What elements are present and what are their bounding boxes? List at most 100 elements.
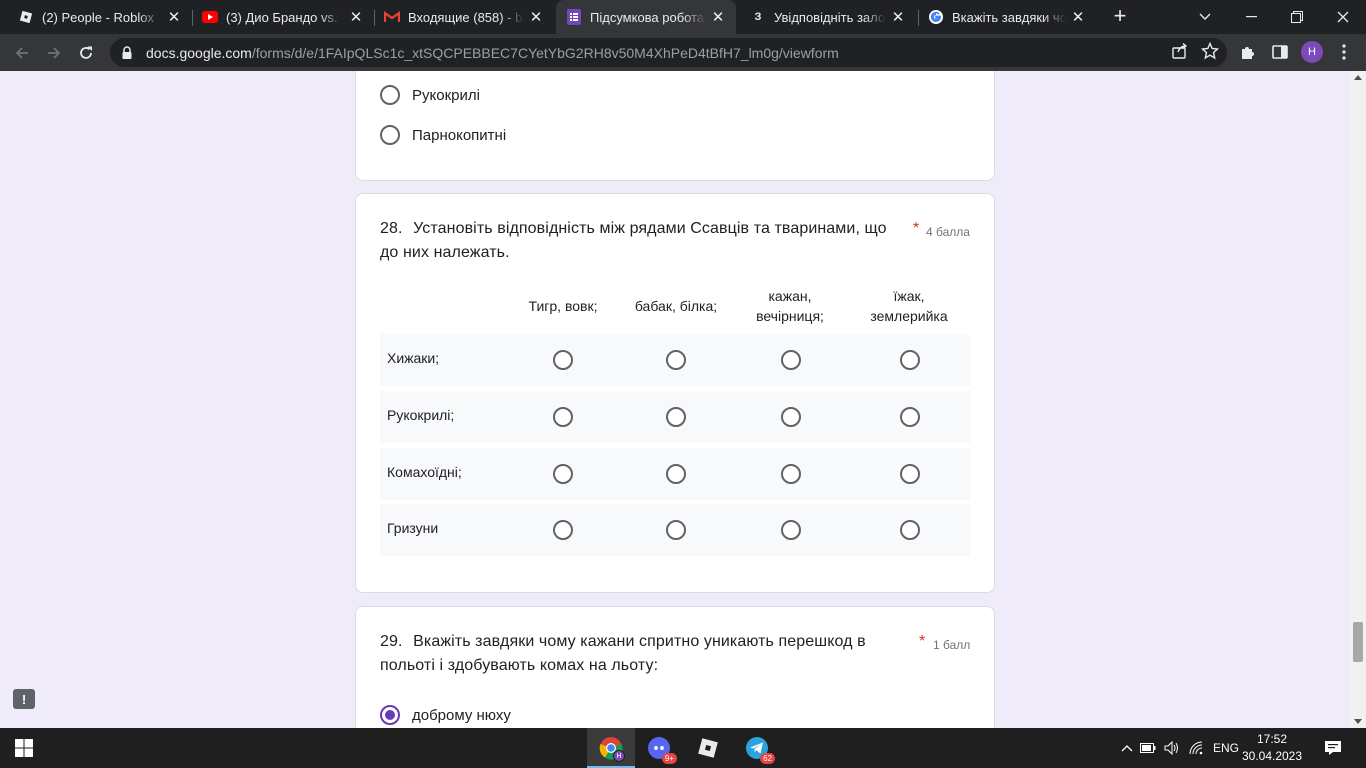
taskbar-discord[interactable]: 9+ (635, 728, 683, 768)
url-path: /forms/d/e/1FAIpQLSc1c_xtSQCPEBBEC7CYetY… (251, 44, 839, 61)
question-card-28: 28. Установіть відповідність між рядами … (355, 193, 995, 593)
grid-radio[interactable] (553, 407, 573, 427)
question-title: 29. Вкажіть завдяки чому кажани спритно … (380, 630, 900, 678)
grid-radio[interactable] (781, 520, 801, 540)
grid-row: Гризуни (380, 504, 970, 556)
windows-taskbar: H 9+ 62 ENG 17:52 30.04.2023 (0, 728, 1366, 768)
profile-button[interactable]: H (1300, 40, 1324, 64)
grid-radio[interactable] (781, 464, 801, 484)
tab-znanija[interactable]: З Увідповідніть залози ✕ (740, 0, 916, 34)
close-window-button[interactable] (1320, 0, 1366, 34)
clock-date: 30.04.2023 (1241, 749, 1303, 763)
new-tab-button[interactable]: + (1108, 5, 1132, 29)
notification-icon (1325, 741, 1341, 755)
scrollbar-thumb[interactable] (1353, 622, 1363, 662)
battery-icon[interactable] (1136, 743, 1160, 753)
google-forms-icon (566, 9, 582, 25)
extensions-button[interactable] (1236, 40, 1260, 64)
taskbar-telegram[interactable]: 62 (733, 728, 781, 768)
grid-radio[interactable] (666, 407, 686, 427)
close-icon[interactable]: ✕ (348, 8, 364, 26)
tab-title: Входящие (858) - blet (408, 9, 524, 25)
grid-radio[interactable] (553, 520, 573, 540)
option-parnokopytni[interactable]: Парнокопитні (380, 125, 506, 145)
grid-radio[interactable] (900, 407, 920, 427)
grid-radio[interactable] (781, 407, 801, 427)
required-asterisk: * (919, 633, 926, 650)
option-dobromu-nyukhu[interactable]: доброму нюху (380, 705, 511, 725)
close-icon[interactable]: ✕ (1070, 8, 1086, 26)
tab-google-forms[interactable]: Підсумкова робота з ✕ (556, 0, 736, 34)
radio-button-selected[interactable] (380, 705, 400, 725)
option-label: Рукокрилі (412, 86, 480, 104)
grid-radio[interactable] (666, 350, 686, 370)
grid-radio[interactable] (666, 520, 686, 540)
page-scrollbar[interactable] (1350, 71, 1366, 728)
bookmark-star-icon[interactable] (1200, 41, 1220, 65)
grid-radio[interactable] (666, 464, 686, 484)
tab-title: (3) Дио Брандо vs. Yo (226, 9, 344, 25)
grid-radio[interactable] (553, 350, 573, 370)
forward-button[interactable] (41, 40, 67, 66)
scroll-up-arrow[interactable] (1354, 75, 1362, 80)
chevron-down-icon (1199, 13, 1211, 20)
url-host: docs.google.com (146, 44, 252, 61)
tab-title: Увідповідніть залози (774, 9, 886, 25)
feedback-button[interactable]: ! (13, 689, 35, 709)
notification-badge: 62 (760, 753, 775, 764)
close-icon[interactable]: ✕ (710, 8, 726, 26)
required-asterisk: * (913, 220, 920, 237)
grid-radio[interactable] (781, 350, 801, 370)
roblox-icon (698, 738, 718, 758)
notification-center-button[interactable] (1310, 728, 1356, 768)
question-card-29: 29. Вкажіть завдяки чому кажани спритно … (355, 606, 995, 728)
minimize-icon (1245, 16, 1257, 18)
taskbar-chrome[interactable]: H (587, 728, 635, 768)
tab-roblox[interactable]: (2) People - Roblox ✕ (8, 0, 192, 34)
option-label: доброму нюху (412, 706, 511, 724)
restore-button[interactable] (1274, 0, 1320, 34)
radio-button[interactable] (380, 85, 400, 105)
side-panel-button[interactable] (1268, 40, 1292, 64)
tab-youtube[interactable]: (3) Дио Брандо vs. Yo ✕ (192, 0, 374, 34)
input-language[interactable]: ENG (1208, 741, 1244, 755)
close-icon[interactable]: ✕ (166, 8, 182, 26)
reload-button[interactable] (73, 40, 99, 66)
chevron-up-icon[interactable] (1118, 744, 1136, 752)
close-icon[interactable]: ✕ (528, 8, 544, 26)
grid-radio[interactable] (553, 464, 573, 484)
close-icon[interactable]: ✕ (890, 8, 906, 26)
browser-menu-button[interactable] (1332, 40, 1356, 64)
radio-button[interactable] (380, 125, 400, 145)
more-vert-icon (1342, 44, 1346, 60)
grid-row-label: Хижаки; (387, 350, 440, 366)
lock-icon (122, 46, 134, 60)
profile-badge: H (613, 750, 625, 762)
volume-icon[interactable] (1160, 741, 1184, 755)
grid-column-header: Тигр, вовк; (528, 298, 598, 314)
share-icon[interactable] (1171, 42, 1189, 65)
youtube-icon (202, 9, 218, 25)
scroll-down-arrow[interactable] (1354, 719, 1362, 724)
tab-gmail[interactable]: Входящие (858) - blet ✕ (374, 0, 554, 34)
option-rukokryli[interactable]: Рукокрилі (380, 85, 480, 105)
system-clock[interactable]: 17:52 30.04.2023 (1240, 731, 1304, 765)
address-bar[interactable]: docs.google.com/forms/d/e/1FAIpQLSc1c_xt… (110, 38, 1227, 67)
grid-column-header: їжак, землерийка (870, 288, 948, 324)
system-tray: ENG (1118, 728, 1244, 768)
grid-radio[interactable] (900, 520, 920, 540)
grid-radio[interactable] (900, 464, 920, 484)
minimize-button[interactable] (1228, 0, 1274, 34)
windows-logo-icon (15, 739, 33, 757)
start-button[interactable] (0, 728, 48, 768)
tab-google-search[interactable]: Вкажіть завдяки чому ✕ (918, 0, 1096, 34)
taskbar-roblox[interactable] (684, 728, 732, 768)
back-button[interactable] (9, 40, 35, 66)
grid-radio[interactable] (900, 350, 920, 370)
grid-row-label: Гризуни (387, 520, 439, 536)
tab-search-button[interactable] (1182, 0, 1228, 34)
network-icon[interactable] (1184, 741, 1208, 755)
google-icon (928, 9, 944, 25)
option-label: Парнокопитні (412, 126, 507, 144)
grid-row: Хижаки; (380, 334, 970, 386)
